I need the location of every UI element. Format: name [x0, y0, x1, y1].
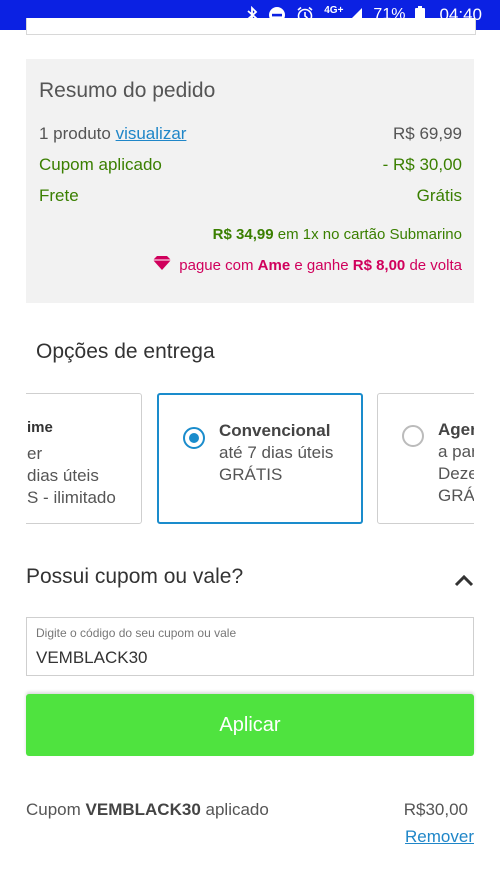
- applied-suffix: aplicado: [200, 800, 269, 819]
- coupon-field-label: Digite o código do seu cupom ou vale: [36, 626, 237, 640]
- coupon-section-title: Possui cupom ou vale?: [26, 565, 244, 588]
- apply-coupon-button[interactable]: Aplicar: [26, 694, 474, 756]
- delivery-option-convencional[interactable]: Convencional até 7 dias úteis GRÁTIS: [157, 393, 363, 524]
- delivery-option-days: a par: [438, 442, 474, 461]
- delivery-option-name: Convencional: [219, 421, 331, 440]
- ame-post: de volta: [405, 256, 462, 274]
- delivery-option-price: GRÁT: [438, 486, 474, 505]
- delivery-option-prime[interactable]: ime er dias úteis S - ilimitado: [26, 393, 142, 524]
- installment-amount: R$ 34,99: [212, 226, 274, 243]
- network-type: 4G+: [324, 4, 344, 16]
- ame-pre: pague com: [179, 256, 258, 274]
- ame-cashback-info: pague com Ame e ganhe R$ 8,00 de volta: [153, 256, 462, 274]
- radio-selected[interactable]: [183, 427, 205, 449]
- coupon-discount-value: - R$ 30,00: [382, 155, 462, 174]
- products-label: 1 produto: [39, 124, 111, 143]
- products-row: 1 produto visualizar R$ 69,99: [39, 124, 462, 144]
- delivery-option-agendada[interactable]: Agen a par Deze GRÁT: [377, 393, 474, 524]
- applied-coupon-code: VEMBLACK30: [85, 800, 201, 819]
- shipping-label: Frete: [39, 186, 79, 205]
- shipping-row: Frete Grátis: [39, 186, 462, 206]
- delivery-options-carousel[interactable]: ime er dias úteis S - ilimitado Convenci…: [26, 393, 474, 528]
- delivery-option-days: até 7 dias úteis: [219, 443, 334, 462]
- chevron-up-icon[interactable]: [452, 570, 476, 590]
- installment-info: R$ 34,99 em 1x no cartão Submarino: [213, 226, 462, 243]
- coupon-input[interactable]: [36, 646, 456, 670]
- ame-text: pague com Ame e ganhe R$ 8,00 de volta: [179, 257, 462, 274]
- previous-card-edge: [26, 18, 476, 35]
- applied-prefix: Cupom: [26, 800, 86, 819]
- delivery-option-price: GRÁTIS: [219, 465, 283, 484]
- summary-title: Resumo do pedido: [39, 79, 216, 102]
- remove-coupon-link[interactable]: Remover: [405, 827, 474, 847]
- delivery-title: Opções de entrega: [36, 340, 215, 363]
- delivery-option-price: S - ilimitado: [27, 488, 116, 507]
- gem-icon: [153, 256, 172, 274]
- delivery-option-name: ime: [27, 419, 53, 436]
- coupon-row: Cupom aplicado - R$ 30,00: [39, 155, 462, 175]
- delivery-option-detail: Deze: [438, 464, 474, 483]
- ame-brand: Ame: [257, 256, 291, 274]
- order-summary: Resumo do pedido 1 produto visualizar R$…: [26, 59, 474, 303]
- radio-unselected[interactable]: [402, 425, 424, 447]
- applied-coupon-value: R$30,00: [403, 800, 468, 819]
- ame-mid: e ganhe: [290, 256, 353, 274]
- coupon-label: Cupom aplicado: [39, 155, 162, 174]
- view-products-link[interactable]: visualizar: [116, 124, 187, 143]
- coupon-field[interactable]: Digite o código do seu cupom ou vale: [26, 617, 474, 676]
- ame-cashback-amount: R$ 8,00: [352, 256, 406, 274]
- delivery-option-days: dias úteis: [27, 466, 99, 485]
- products-value: R$ 69,99: [393, 124, 462, 143]
- applied-coupon-text: Cupom VEMBLACK30 aplicado: [26, 800, 269, 820]
- delivery-option-name: Agen: [438, 420, 474, 439]
- shipping-value: Grátis: [416, 186, 462, 205]
- delivery-option-detail: er: [27, 444, 43, 463]
- installment-text: em 1x no cartão Submarino: [273, 226, 462, 243]
